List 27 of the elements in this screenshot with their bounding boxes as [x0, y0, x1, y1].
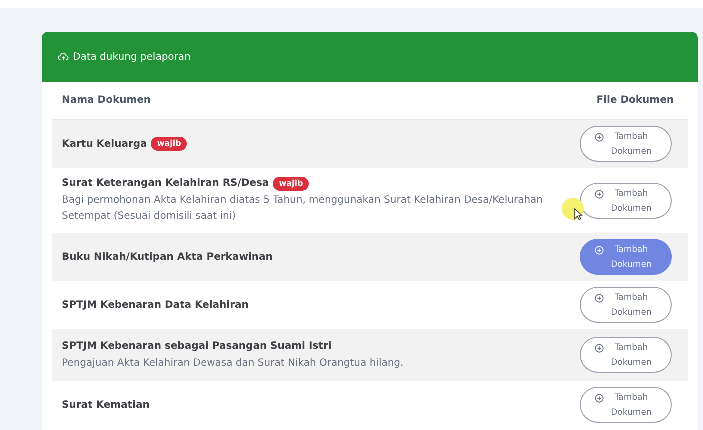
add-document-button[interactable]: Tambah Dokumen	[580, 182, 672, 218]
plus-circle-icon	[594, 344, 604, 353]
document-name: Kartu Keluarga	[62, 138, 148, 152]
document-name: Surat Keterangan Kelahiran RS/Desa	[62, 177, 270, 191]
plus-circle-icon	[594, 133, 604, 142]
plus-circle-icon	[594, 394, 604, 403]
cursor-icon	[574, 208, 583, 221]
document-name: Surat Kematian	[62, 398, 150, 412]
column-header: Nama Dokumen	[62, 94, 152, 108]
cloud-upload-icon	[58, 52, 69, 62]
column-header: File Dokumen	[596, 94, 674, 108]
add-document-button[interactable]: Tambah Dokumen	[580, 239, 672, 275]
add-document-button[interactable]: Tambah Dokumen	[580, 337, 672, 373]
add-document-button[interactable]: Tambah Dokumen	[580, 287, 672, 323]
document-note: Bagi permohonan Akta Kelahiran diatas 5 Tahun, menggunakan Surat Kelahiran Desa/Kelurahan Setempat (Sesuai domisili saat ini)	[62, 194, 544, 224]
document-name: SPTJM Kebenaran sebagai Pasangan Suami Istri	[62, 340, 332, 354]
document-name: SPTJM Kebenaran Data Kelahiran	[62, 298, 249, 312]
required-badge: wajib	[273, 176, 310, 190]
plus-circle-icon	[594, 246, 604, 255]
plus-circle-icon	[594, 294, 604, 303]
card-title: Data dukung pelaporan	[73, 50, 191, 64]
document-note: Pengajuan Akta Kelahiran Dewasa dan Surat Nikah Orangtua hilang.	[62, 356, 405, 370]
document-name: Buku Nikah/Kutipan Akta Perkawinan	[62, 250, 273, 264]
required-badge: wajib	[151, 137, 188, 151]
add-document-button[interactable]: Tambah Dokumen	[580, 387, 672, 423]
add-document-button[interactable]: Tambah Dokumen	[580, 126, 672, 162]
plus-circle-icon	[594, 190, 604, 198]
